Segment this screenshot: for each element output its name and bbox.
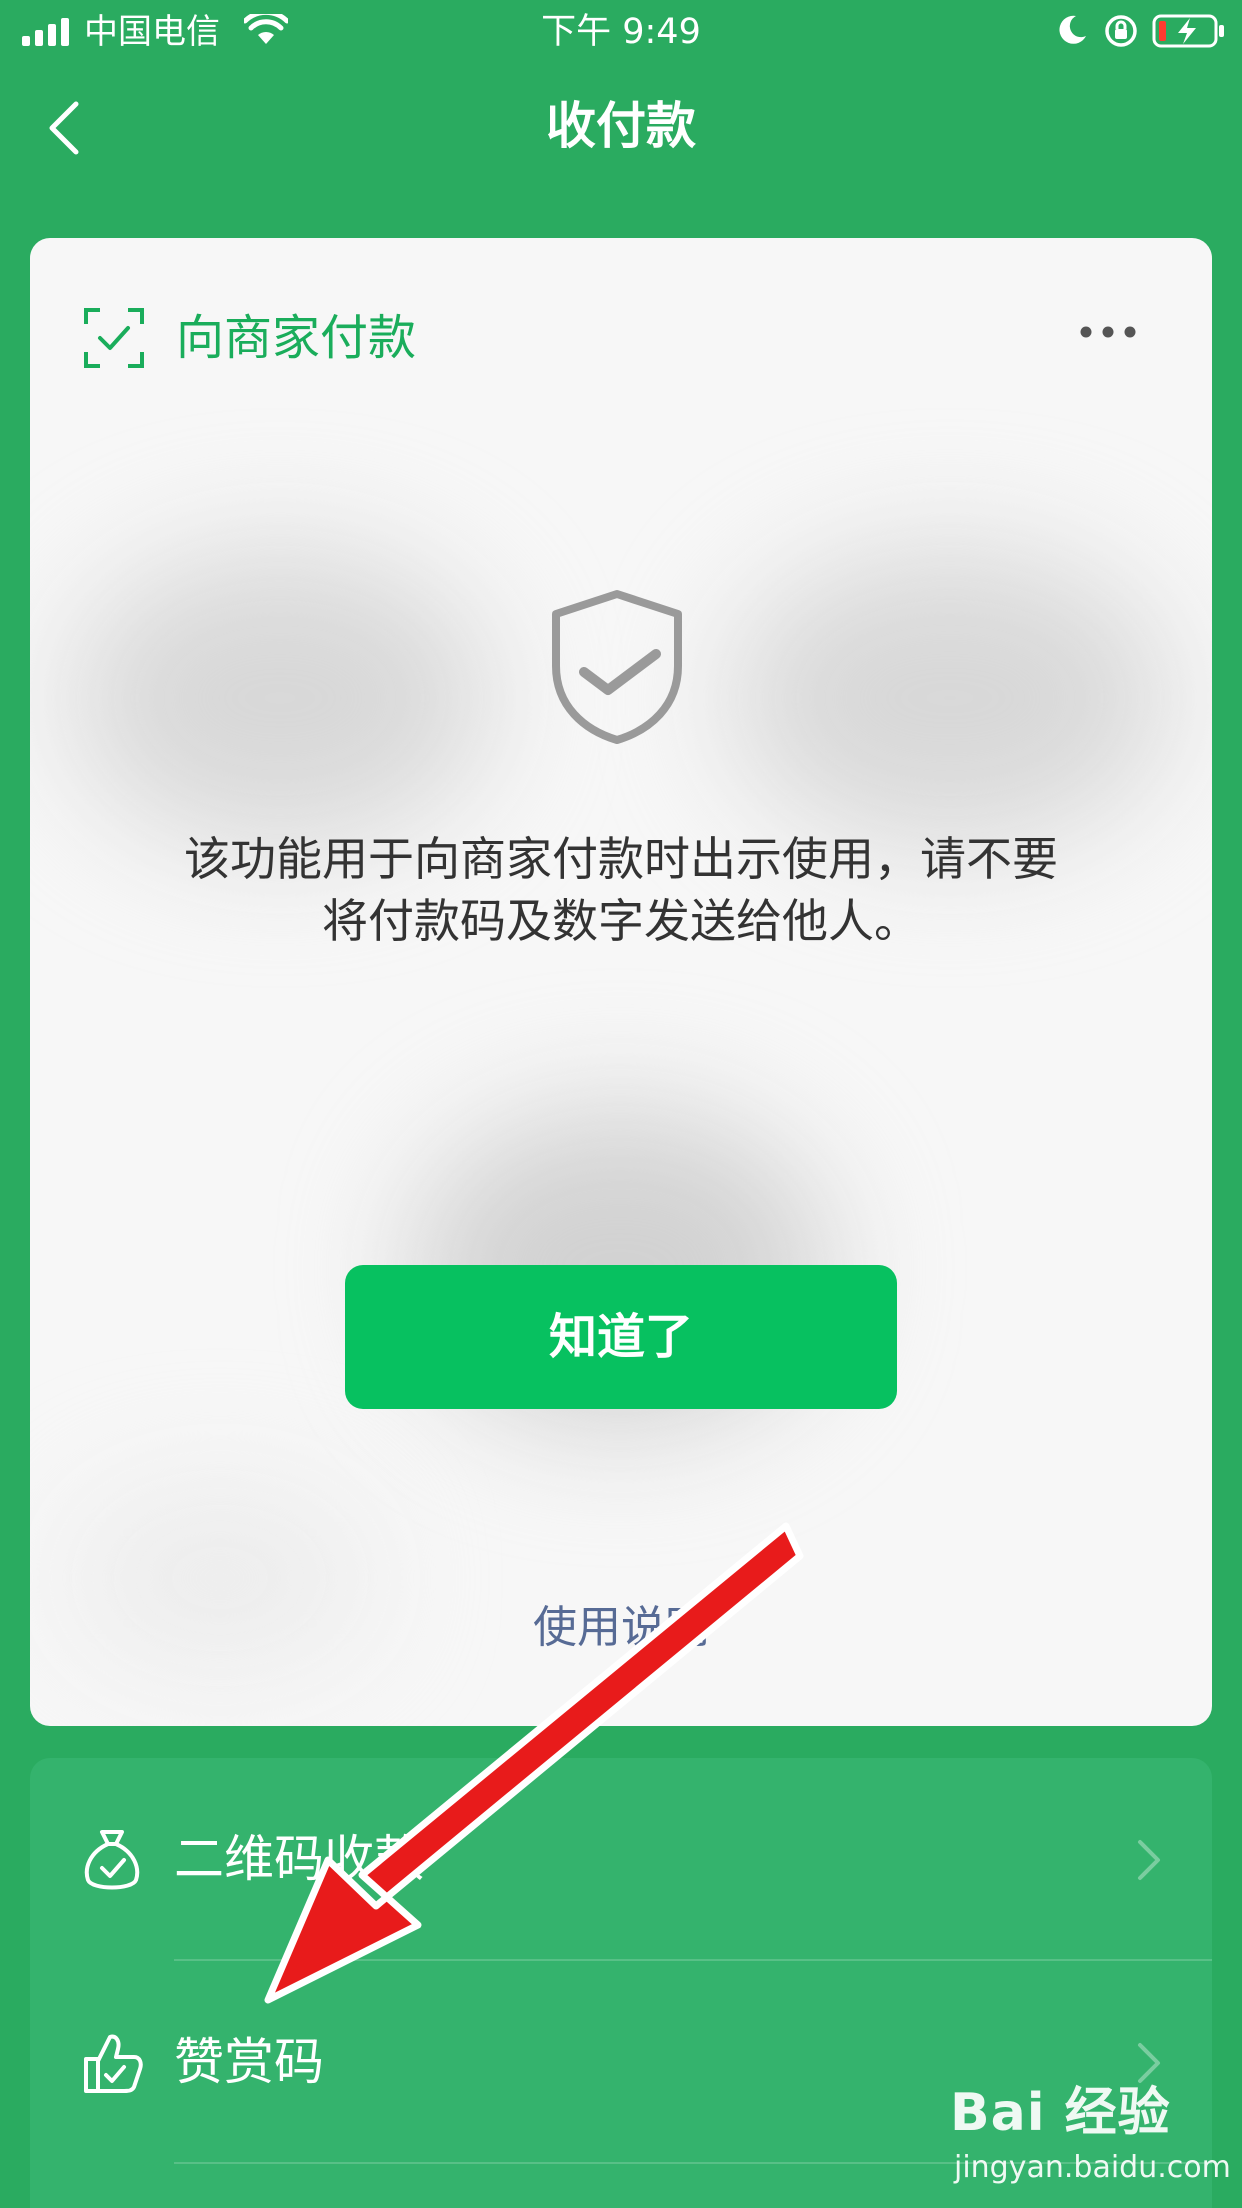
card-title: 向商家付款 [176, 310, 417, 366]
thumbs-up-icon [84, 2034, 143, 2093]
option-label: 二维码收款 [174, 1830, 424, 1888]
watermark-url: jingyan.baidu.com [954, 2150, 1231, 2185]
money-bag-icon [84, 1830, 140, 1890]
more-options-icon[interactable] [1078, 322, 1138, 342]
status-bar: 中国电信 下午 9:49 [0, 0, 1242, 62]
battery-charging-icon [1152, 14, 1224, 48]
scan-check-icon [84, 308, 144, 368]
moon-icon [1059, 15, 1086, 44]
shield-check-icon [552, 590, 682, 744]
navigation-bar: 收付款 [0, 70, 1242, 182]
rotation-lock-icon [1105, 15, 1137, 47]
merchant-pay-card: 向商家付款 该功能用于向商家付款时出示使用，请不要 将付款码及数字发送给他人。 … [30, 238, 1212, 1726]
blurred-barcode [70, 548, 490, 848]
option-qr-receive[interactable]: 二维码收款 [30, 1758, 1212, 1960]
phone-screen: 中国电信 下午 9:49 收付款 向商家付款 该功能用于向商家付款时出示使用，请… [0, 0, 1242, 2208]
page-title: 收付款 [546, 97, 696, 155]
notice-line: 该功能用于向商家付款时出示使用，请不要 [184, 832, 1058, 886]
got-it-button[interactable]: 知道了 [345, 1265, 897, 1409]
blurred-barcode [730, 548, 1170, 848]
card-header: 向商家付款 [30, 238, 1212, 428]
option-label: 赞赏码 [174, 2033, 324, 2091]
watermark-logo: Bai 经验 [950, 2083, 1171, 2143]
security-notice: 该功能用于向商家付款时出示使用，请不要 将付款码及数字发送给他人。 [90, 828, 1152, 952]
usage-instructions-link[interactable]: 使用说明 [30, 1598, 1212, 1658]
chevron-right-icon [1138, 1840, 1160, 1880]
baidu-jingyan-watermark: Bai 经验 jingyan.baidu.com [950, 2070, 1231, 2200]
notice-line: 将付款码及数字发送给他人。 [322, 894, 920, 948]
